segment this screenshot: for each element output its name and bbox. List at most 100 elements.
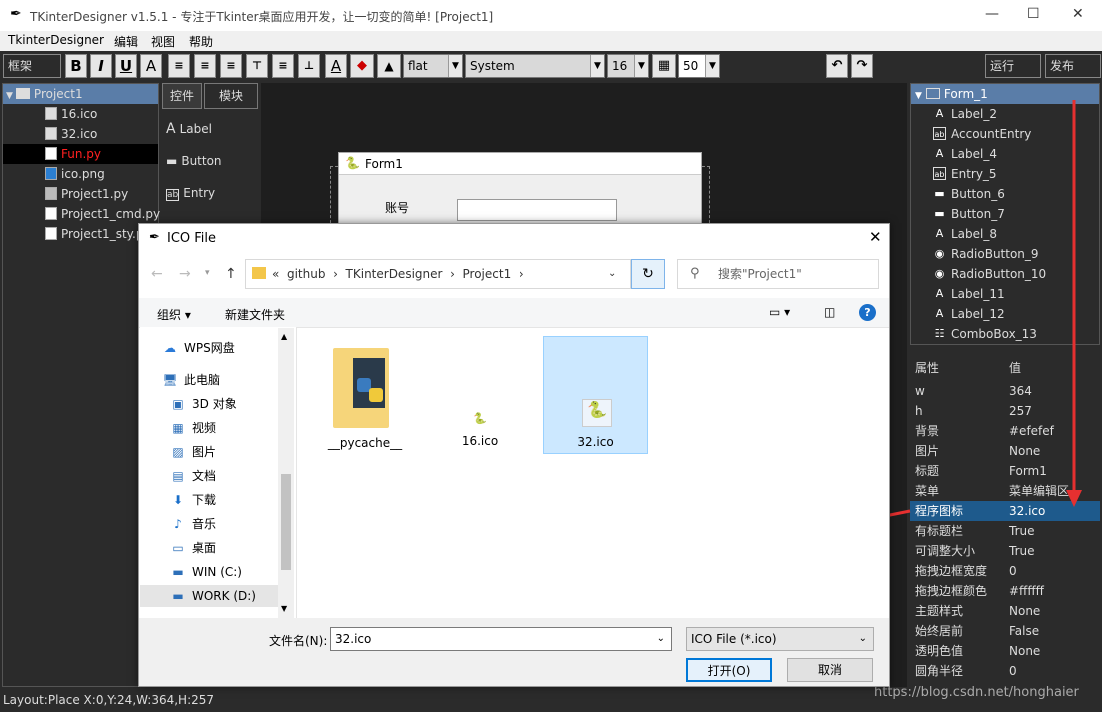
scroll-down-icon[interactable]: ▼ bbox=[281, 604, 287, 613]
refresh-button[interactable]: ↻ bbox=[631, 259, 665, 289]
property-value[interactable]: False bbox=[1009, 621, 1039, 641]
bold-button[interactable]: B bbox=[65, 54, 87, 78]
nav-scrollbar[interactable]: ▲ ▼ bbox=[278, 328, 294, 618]
frame-button[interactable]: 框架 bbox=[3, 54, 61, 78]
crumb-github[interactable]: github bbox=[287, 267, 325, 281]
cancel-button[interactable]: 取消 bbox=[787, 658, 873, 682]
file-32ico-selected[interactable]: 🐍 32.ico bbox=[543, 336, 648, 454]
filename-input[interactable]: 32.ico ⌄ bbox=[330, 627, 672, 651]
tree-root-project[interactable]: ▼ Project1 bbox=[3, 84, 158, 104]
view-options-icon[interactable]: ▭ ▾ bbox=[769, 305, 790, 319]
font-size-select[interactable]: 16 ▼ bbox=[607, 54, 649, 78]
align-top-icon[interactable]: ⊤ bbox=[246, 54, 268, 78]
tree-item[interactable]: Project1.py bbox=[45, 184, 128, 204]
address-bar[interactable]: « github › TKinterDesigner › Project1 › … bbox=[245, 259, 631, 289]
underline-button[interactable]: U bbox=[115, 54, 137, 78]
up-arrow-icon[interactable]: ↑ bbox=[225, 266, 237, 282]
nav-item[interactable]: ▨ 图片 bbox=[170, 441, 216, 463]
nav-item[interactable]: ▦ 视频 bbox=[170, 417, 216, 439]
text-color-icon[interactable]: A bbox=[325, 54, 347, 78]
property-row[interactable]: 圆角半径 0 bbox=[910, 661, 1100, 681]
property-value[interactable]: None bbox=[1009, 601, 1040, 621]
nav-item[interactable]: 🖥 此电脑 bbox=[162, 369, 220, 391]
palette-entry[interactable]: ab Entry bbox=[166, 186, 215, 201]
organize-button[interactable]: 组织 ▾ bbox=[157, 306, 191, 323]
file-type-select[interactable]: ICO File (*.ico) ⌄ bbox=[686, 627, 874, 651]
open-button[interactable]: 打开(O) bbox=[686, 658, 772, 682]
forward-arrow-icon[interactable]: → bbox=[179, 266, 191, 282]
font-a-icon[interactable]: A bbox=[140, 54, 162, 78]
nav-item[interactable]: ⬇ 下载 bbox=[170, 489, 216, 511]
tree-item-selected[interactable]: Fun.py bbox=[3, 144, 158, 164]
account-entry[interactable] bbox=[457, 199, 617, 221]
close-button[interactable]: ✕ bbox=[1072, 6, 1084, 22]
new-folder-button[interactable]: 新建文件夹 bbox=[225, 306, 285, 323]
search-input[interactable]: ⚲ 搜索"Project1" bbox=[677, 259, 879, 289]
maximize-button[interactable]: ☐ bbox=[1027, 6, 1040, 22]
dialog-close-icon[interactable]: ✕ bbox=[869, 228, 882, 246]
property-row[interactable]: 始终居前 False bbox=[910, 621, 1100, 641]
form1-preview[interactable]: 🐍 Form1 账号 bbox=[338, 152, 702, 227]
tree-item[interactable]: ico.png bbox=[45, 164, 105, 184]
font-family-select[interactable]: System ▼ bbox=[465, 54, 605, 78]
expand-icon[interactable]: ▼ bbox=[6, 91, 13, 101]
chevron-down-icon[interactable]: ⌄ bbox=[657, 628, 665, 650]
italic-button[interactable]: I bbox=[90, 54, 112, 78]
menu-view[interactable]: 视图 bbox=[151, 33, 175, 50]
nav-item[interactable]: ▤ 文档 bbox=[170, 465, 216, 487]
align-left-icon[interactable]: ≡ bbox=[168, 54, 190, 78]
align-right-icon[interactable]: ≡ bbox=[220, 54, 242, 78]
run-button[interactable]: 运行 bbox=[985, 54, 1041, 78]
nav-item[interactable]: ▭ 桌面 bbox=[170, 537, 216, 559]
property-row[interactable]: 拖拽边框颜色 #ffffff bbox=[910, 581, 1100, 601]
file-16ico[interactable]: 🐍 16.ico bbox=[445, 408, 515, 454]
alpha-spinbox[interactable]: 50 ▼ bbox=[678, 54, 720, 78]
crumb-project1[interactable]: Project1 bbox=[463, 267, 512, 281]
property-row[interactable]: 透明色值 None bbox=[910, 641, 1100, 661]
grid-icon[interactable]: ▦ bbox=[652, 54, 676, 78]
publish-button[interactable]: 发布 bbox=[1045, 54, 1101, 78]
property-row[interactable]: 主题样式 None bbox=[910, 601, 1100, 621]
preview-pane-icon[interactable]: ◫ bbox=[824, 305, 835, 319]
property-value[interactable]: None bbox=[1009, 641, 1040, 661]
nav-item[interactable]: ♪ 音乐 bbox=[170, 513, 216, 535]
property-value[interactable]: #ffffff bbox=[1009, 581, 1044, 601]
align-center-icon[interactable]: ≡ bbox=[194, 54, 216, 78]
property-row[interactable]: 拖拽边框宽度 0 bbox=[910, 561, 1100, 581]
nav-item[interactable]: ▣ 3D 对象 bbox=[170, 393, 236, 415]
palette-label[interactable]: A Label bbox=[166, 121, 212, 137]
scrollbar-thumb[interactable] bbox=[281, 474, 291, 570]
property-value[interactable]: True bbox=[1009, 541, 1035, 561]
menu-tkinterdesigner[interactable]: TkinterDesigner bbox=[8, 33, 104, 47]
minimize-button[interactable]: — bbox=[985, 6, 999, 22]
nav-item[interactable]: ▬ WORK (D:) bbox=[140, 585, 279, 607]
menu-edit[interactable]: 编辑 bbox=[114, 33, 138, 50]
property-row[interactable]: 可调整大小 True bbox=[910, 541, 1100, 561]
chevron-down-icon[interactable]: ⌄ bbox=[608, 268, 616, 279]
crumb-tkinterdesigner[interactable]: TKinterDesigner bbox=[346, 267, 443, 281]
nav-item[interactable]: ▬ WIN (C:) bbox=[170, 561, 242, 583]
tree-item[interactable]: 16.ico bbox=[45, 104, 97, 124]
file-folder-pycache[interactable]: __pycache__ bbox=[325, 344, 405, 454]
tab-modules[interactable]: 模块 bbox=[204, 83, 258, 109]
undo-icon[interactable]: ↶ bbox=[826, 54, 848, 78]
property-value[interactable]: 0 bbox=[1009, 661, 1017, 681]
tree-item[interactable]: 32.ico bbox=[45, 124, 97, 144]
redo-icon[interactable]: ↷ bbox=[851, 54, 873, 78]
align-bottom-icon[interactable]: ⊥ bbox=[298, 54, 320, 78]
help-icon[interactable]: ? bbox=[859, 304, 876, 321]
tree-item[interactable]: Project1_cmd.py bbox=[45, 204, 160, 224]
tree-item[interactable]: Project1_sty.p bbox=[45, 224, 143, 244]
align-middle-icon[interactable]: ≡ bbox=[272, 54, 294, 78]
fill-color-icon[interactable]: ◆ bbox=[350, 54, 374, 78]
relief-select[interactable]: flat ▼ bbox=[403, 54, 463, 78]
menu-help[interactable]: 帮助 bbox=[189, 33, 213, 50]
image-icon[interactable]: ▲ bbox=[377, 54, 401, 78]
scroll-up-icon[interactable]: ▲ bbox=[281, 332, 287, 341]
back-arrow-icon[interactable]: ← bbox=[151, 266, 163, 282]
recent-chevron-icon[interactable]: ▾ bbox=[205, 268, 210, 278]
palette-button[interactable]: ▬ Button bbox=[166, 154, 222, 168]
nav-item[interactable]: ☁ WPS网盘 bbox=[162, 337, 235, 359]
tab-controls[interactable]: 控件 bbox=[162, 83, 202, 109]
property-value[interactable]: 0 bbox=[1009, 561, 1017, 581]
